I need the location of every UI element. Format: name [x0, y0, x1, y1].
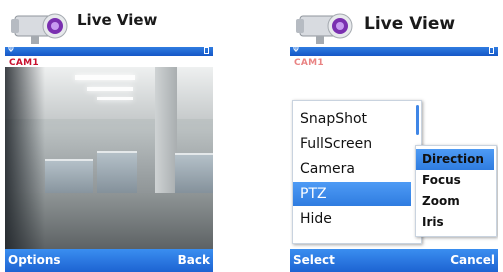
options-softkey[interactable]: Options	[8, 253, 61, 267]
submenu-item-direction[interactable]: Direction	[416, 149, 494, 170]
softkey-bar: Select Cancel	[290, 249, 498, 272]
app-header: Live View	[290, 5, 498, 47]
submenu-item-iris[interactable]: Iris	[416, 212, 494, 233]
page-title: Live View	[364, 14, 456, 34]
menu-item-fullscreen[interactable]: FullScreen	[293, 132, 411, 156]
menu-item-ptz[interactable]: PTZ	[293, 182, 411, 206]
select-softkey[interactable]: Select	[293, 253, 335, 267]
status-bar: ᴪ	[5, 44, 213, 56]
app-header: Live View	[5, 5, 213, 47]
phone-screen-options-menu: Live View ᴪ CAM1 SnapShot FullScreen Cam…	[290, 5, 498, 272]
submenu-item-zoom[interactable]: Zoom	[416, 191, 494, 212]
status-bar: ᴪ	[290, 44, 498, 56]
ptz-submenu: Direction Focus Zoom Iris	[415, 145, 497, 237]
softkey-bar: Options Back	[5, 249, 213, 272]
battery-icon	[204, 46, 209, 54]
submenu-item-focus[interactable]: Focus	[416, 170, 494, 191]
phone-screen-live-view: Live View ᴪ CAM1 Options Back	[5, 5, 213, 272]
back-softkey[interactable]: Back	[178, 253, 210, 267]
battery-icon	[489, 46, 494, 54]
live-video-feed[interactable]	[5, 67, 213, 249]
page-title: Live View	[77, 11, 158, 29]
cancel-softkey[interactable]: Cancel	[450, 253, 495, 267]
menu-scrollbar[interactable]	[416, 105, 419, 135]
signal-antenna-icon: ᴪ	[8, 44, 14, 55]
signal-antenna-icon: ᴪ	[293, 44, 299, 55]
menu-item-hide[interactable]: Hide	[293, 207, 411, 231]
options-menu: SnapShot FullScreen Camera PTZ Hide	[292, 100, 422, 244]
security-camera-icon	[11, 13, 68, 44]
security-camera-icon	[296, 13, 353, 44]
menu-item-camera[interactable]: Camera	[293, 157, 411, 181]
menu-item-snapshot[interactable]: SnapShot	[293, 107, 411, 131]
